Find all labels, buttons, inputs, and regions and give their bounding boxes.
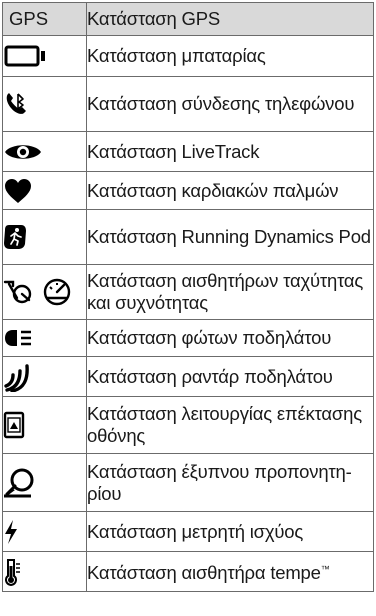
- icon-cell: [2, 511, 87, 552]
- icon-cell: [2, 76, 87, 132]
- table-row: Κατάσταση μπαταρίας: [2, 35, 374, 77]
- bike-radar-icon: [3, 362, 33, 392]
- table-header-row: GPS Κατάσταση GPS: [2, 2, 374, 36]
- row-label: Κατάσταση φώτων ποδηλάτου: [86, 319, 374, 357]
- icon-cell: [2, 209, 87, 265]
- row-label: Κατάσταση LiveTrack: [86, 131, 374, 172]
- row-label: Κατάσταση Running Dynamics Pod: [86, 209, 374, 265]
- table-row: Κατάσταση καρδιακών παλμών: [2, 171, 374, 210]
- table-row: Κατάσταση λειτουργίας επέκτασης οθόνης: [2, 396, 374, 454]
- row-label: Κατάσταση μετρητή ισχύος: [86, 511, 374, 552]
- icon-cell: [2, 171, 87, 210]
- row-label: Κατάσταση αισθητήρων ταχύτητας και συχνό…: [86, 264, 374, 320]
- icon-cell: [2, 396, 87, 454]
- smart-trainer-icon: [3, 468, 35, 498]
- bluetooth-phone-icon: [3, 91, 29, 117]
- speed-cadence-sensor-icon: [3, 276, 75, 308]
- table-row: Κατάσταση Running Dynamics Pod: [2, 209, 374, 265]
- extended-display-icon: [3, 411, 25, 439]
- icon-cell: [2, 551, 87, 592]
- icon-cell: [2, 453, 87, 512]
- table-row: Κατάσταση αισθητήρα tempe™: [2, 551, 374, 592]
- trademark-symbol: ™: [320, 564, 330, 575]
- battery-icon: [3, 44, 47, 68]
- eye-icon: [3, 140, 43, 164]
- row-label: Κατάσταση μπαταρίας: [86, 35, 374, 77]
- row-label: Κατάσταση σύνδεσης τηλεφώνου: [86, 76, 374, 132]
- heart-icon: [3, 178, 33, 204]
- tempe-sensor-icon: [3, 558, 23, 586]
- status-icons-table: GPS Κατάσταση GPS Κατάσταση μπαταρίας Κα…: [2, 2, 374, 592]
- table-row: Κατάσταση έξυπνου προπονητη-ρίου: [2, 453, 374, 512]
- table-row: Κατάσταση φώτων ποδηλάτου: [2, 319, 374, 357]
- table-row: Κατάσταση μετρητή ισχύος: [2, 511, 374, 552]
- row-label-text: Κατάσταση αισθητήρα tempe: [87, 562, 321, 584]
- icon-cell: [2, 319, 87, 357]
- row-label: Κατάσταση ραντάρ ποδηλάτου: [86, 356, 374, 397]
- row-label: Κατάσταση αισθητήρα tempe™: [86, 551, 374, 592]
- running-dynamics-pod-icon: [3, 224, 27, 250]
- icon-cell: [2, 131, 87, 172]
- table-row: Κατάσταση σύνδεσης τηλεφώνου: [2, 76, 374, 132]
- bike-light-icon: [3, 328, 35, 348]
- header-gps-status-cell: Κατάσταση GPS: [86, 2, 374, 36]
- power-meter-icon: [3, 519, 19, 545]
- row-label: Κατάσταση λειτουργίας επέκτασης οθόνης: [86, 396, 374, 454]
- row-label: Κατάσταση έξυπνου προπονητη-ρίου: [86, 453, 374, 512]
- table-row: Κατάσταση LiveTrack: [2, 131, 374, 172]
- row-label: Κατάσταση καρδιακών παλμών: [86, 171, 374, 210]
- icon-cell: [2, 356, 87, 397]
- icon-cell: [2, 264, 87, 320]
- icon-cell: [2, 35, 87, 77]
- table-row: Κατάσταση ραντάρ ποδηλάτου: [2, 356, 374, 397]
- table-row: Κατάσταση αισθητήρων ταχύτητας και συχνό…: [2, 264, 374, 320]
- header-gps-cell: GPS: [2, 2, 87, 36]
